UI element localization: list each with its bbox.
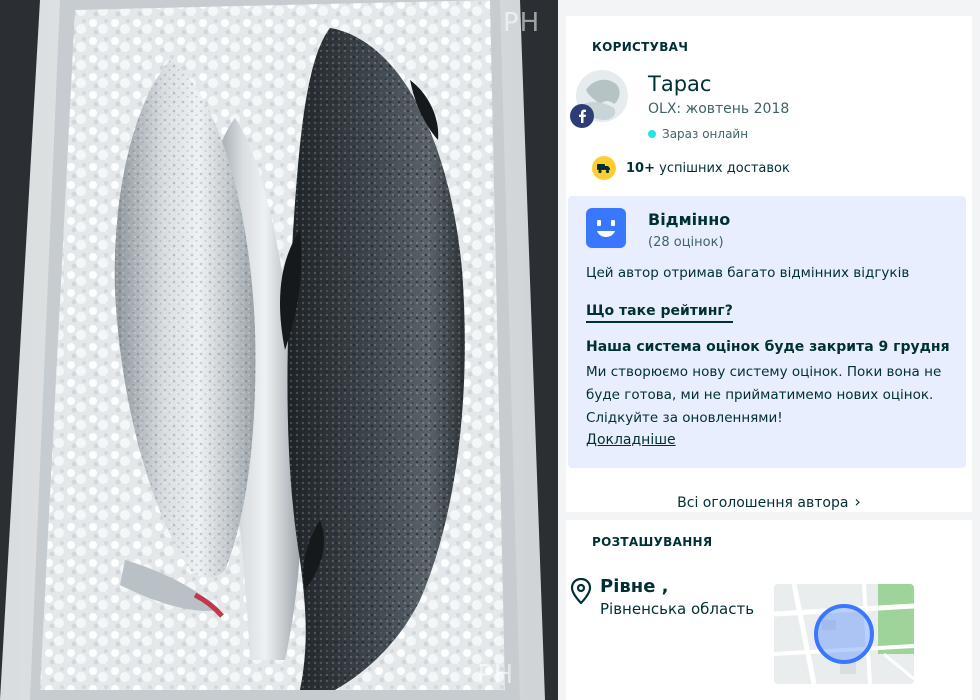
rating-notice-text: Ми створюємо нову систему оцінок. Поки в… [586,364,942,426]
user-section-title: КОРИСТУВАЧ [592,40,689,54]
delivery-text: 10+ успішних доставок [626,161,790,176]
watermark-top: PH [503,8,541,38]
seller-panel: КОРИСТУВАЧ Тарас OLX: жовтень 2018 Зараз… [558,0,980,700]
rating-description: Цей автор отримав багато відмінних відгу… [586,265,910,281]
location-map[interactable] [774,584,914,684]
location-city: Рівне , [600,576,669,597]
delivery-count: 10+ [626,160,655,176]
rating-label: Відмінно [648,210,731,229]
rating-box: Відмінно (28 оцінок) Цей автор отримав б… [568,196,966,468]
learn-more-link[interactable]: Докладніше [586,432,676,448]
what-is-rating-link[interactable]: Що таке рейтинг? [586,303,733,323]
watermark-bottom: PH [477,660,515,690]
delivery-truck-icon [592,156,616,180]
all-ads-label: Всі оголошення автора [677,495,849,511]
online-dot-icon [648,130,656,138]
online-status: Зараз онлайн [648,127,748,141]
location-card: РОЗТАШУВАННЯ Рівне , Рівненська область [566,520,972,700]
delivery-stats: 10+ успішних доставок [592,156,790,180]
delivery-label: успішних доставок [659,160,790,176]
rating-notice-title: Наша система оцінок буде закрита 9 грудн… [586,339,950,355]
chevron-right-icon: › [854,492,861,511]
all-ads-link[interactable]: Всі оголошення автора › [566,492,972,511]
location-pin-icon [570,577,592,608]
salmon-in-ice-image [0,0,558,700]
facebook-icon [570,104,594,128]
user-name[interactable]: Тарас [648,72,711,96]
member-since: OLX: жовтень 2018 [648,101,790,117]
online-status-label: Зараз онлайн [662,127,749,141]
location-section-title: РОЗТАШУВАННЯ [592,535,713,549]
smiley-face-icon [586,208,626,248]
location-region: Рівненська область [600,600,755,618]
user-card: КОРИСТУВАЧ Тарас OLX: жовтень 2018 Зараз… [566,16,972,512]
avatar[interactable] [570,70,628,128]
rating-count: (28 оцінок) [648,235,724,250]
product-photo[interactable]: PH PH [0,0,558,700]
